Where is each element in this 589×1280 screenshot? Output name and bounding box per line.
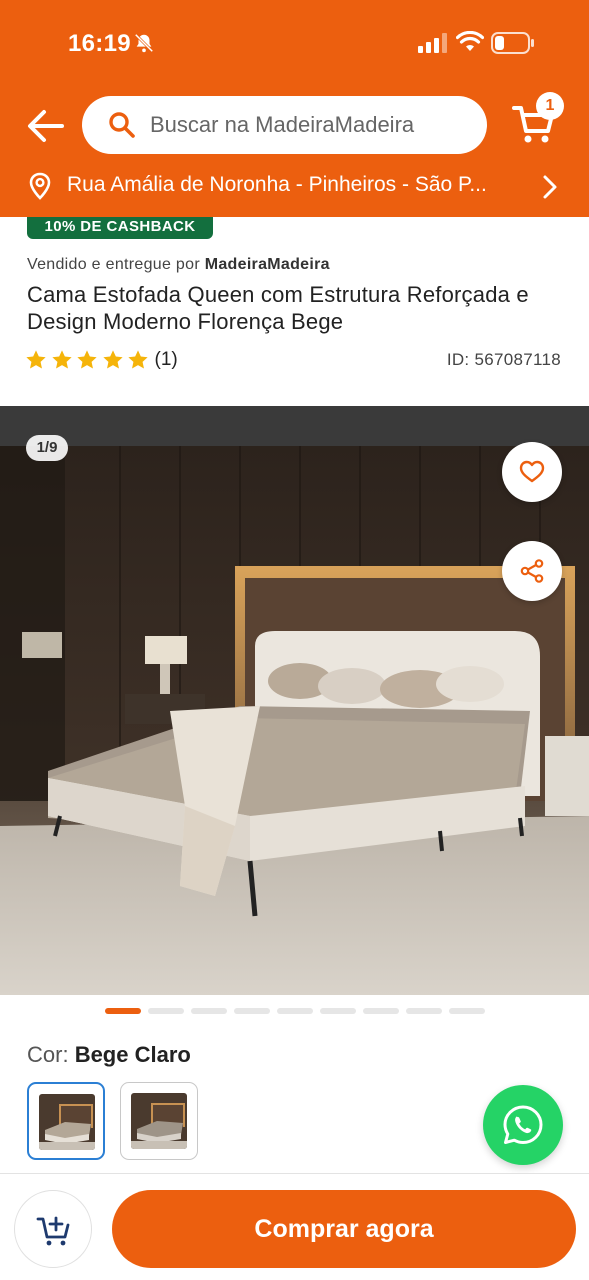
cashback-badge: 10% DE CASHBACK: [27, 217, 213, 239]
chevron-right-icon: [543, 175, 557, 199]
battery-icon: [491, 32, 534, 54]
star-icon: [128, 350, 148, 369]
muted-bell-icon: [134, 33, 154, 53]
pagination-dot[interactable]: [406, 1008, 442, 1014]
product-photo: [0, 406, 589, 995]
color-label-prefix: Cor:: [27, 1042, 69, 1067]
color-swatch-selected[interactable]: [27, 1082, 105, 1160]
status-time: 16:19: [68, 30, 131, 57]
cart-count-badge: 1: [536, 92, 564, 120]
star-icon: [51, 350, 72, 369]
bottom-action-bar: Comprar agora: [0, 1173, 589, 1280]
selected-color-name: Bege Claro: [74, 1042, 191, 1067]
search-bar[interactable]: [82, 96, 487, 154]
whatsapp-icon: [503, 1105, 543, 1144]
color-swatch[interactable]: [120, 1082, 198, 1160]
pagination-dot[interactable]: [148, 1008, 184, 1014]
swatch-thumbnail: [131, 1093, 187, 1149]
pagination-dot[interactable]: [277, 1008, 313, 1014]
status-bar: 16:19: [0, 0, 589, 88]
seller-name: MadeiraMadeira: [204, 256, 330, 273]
swatch-thumbnail: [39, 1094, 95, 1150]
rating[interactable]: (1): [25, 348, 178, 372]
product-id: ID: 567087118: [446, 350, 561, 369]
favorite-button[interactable]: [502, 442, 562, 502]
add-to-cart-button[interactable]: [14, 1190, 92, 1268]
wifi-icon: [456, 31, 484, 51]
header: 16:19 Buscar na MadeiraMadeira 1 Rua Amá…: [0, 0, 589, 217]
gallery-pagination: [105, 1008, 492, 1016]
pagination-dot[interactable]: [363, 1008, 399, 1014]
buy-now-button[interactable]: Comprar agora: [112, 1190, 576, 1268]
pagination-dot-active[interactable]: [105, 1008, 141, 1014]
signal-icon: [418, 33, 447, 53]
whatsapp-button[interactable]: [483, 1085, 563, 1165]
share-button[interactable]: [502, 541, 562, 601]
location-address: Rua Amália de Noronha - Pinheiros - São …: [67, 173, 487, 196]
search-icon: [109, 112, 135, 138]
cart-plus-icon: [36, 1216, 70, 1246]
pagination-dot[interactable]: [234, 1008, 270, 1014]
pagination-dot[interactable]: [449, 1008, 485, 1014]
star-icon: [77, 350, 97, 369]
pagination-dot[interactable]: [320, 1008, 356, 1014]
share-icon: [520, 559, 544, 583]
back-arrow-icon[interactable]: [24, 106, 68, 146]
image-counter: 1/9: [26, 435, 68, 461]
rating-count: (1): [154, 349, 178, 370]
seller-prefix: Vendido e entregue por: [27, 256, 200, 273]
delivery-location[interactable]: Rua Amália de Noronha - Pinheiros - São …: [0, 164, 589, 210]
product-title: Cama Estofada Queen com Estrutura Reforç…: [27, 282, 529, 334]
search-input[interactable]: [150, 108, 470, 142]
product-gallery[interactable]: 1/9: [0, 406, 589, 995]
location-pin-icon: [29, 172, 51, 200]
heart-icon: [519, 460, 545, 483]
seller-info: Vendido e entregue por MadeiraMadeira: [27, 256, 330, 274]
star-icon: [102, 350, 123, 369]
star-icon: [26, 350, 46, 369]
color-label: Cor: Bege Claro: [27, 1042, 191, 1068]
pagination-dot[interactable]: [191, 1008, 227, 1014]
